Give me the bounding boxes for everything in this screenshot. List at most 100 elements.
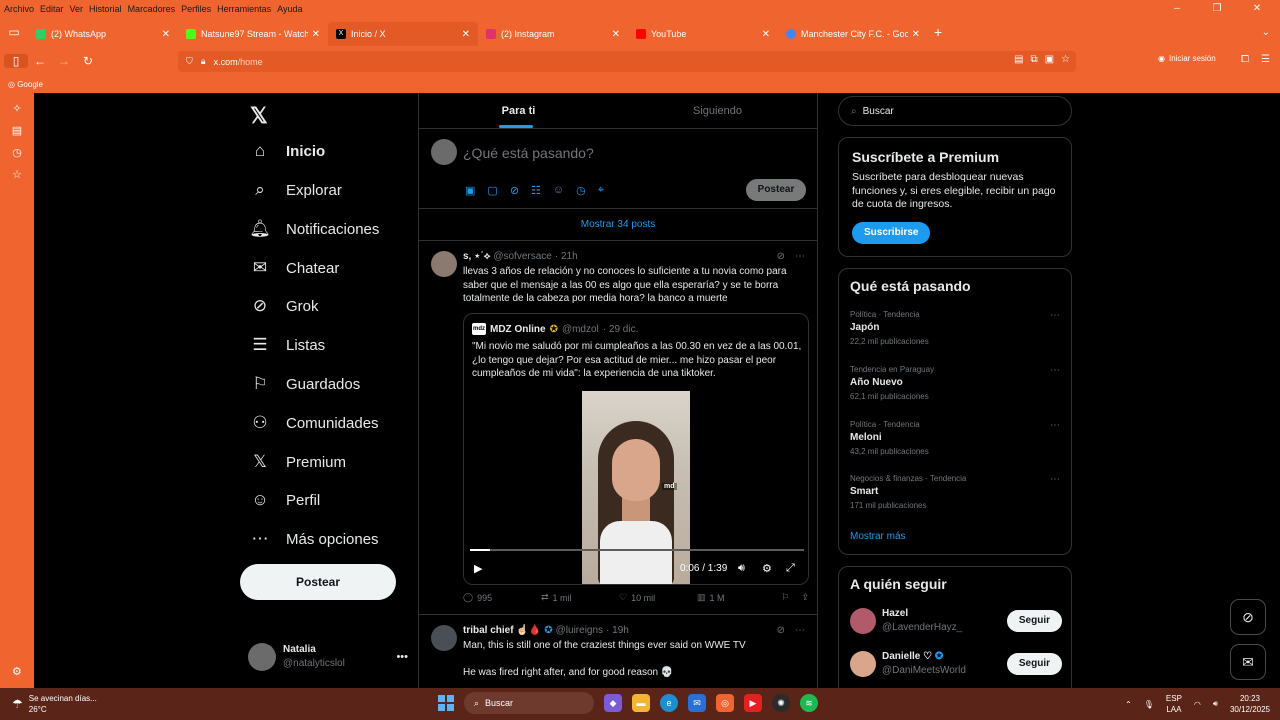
- back-icon[interactable]: ←: [28, 54, 52, 68]
- menu-ayuda[interactable]: Ayuda: [277, 4, 302, 14]
- nav-explore[interactable]: ⌕ Explorar: [248, 175, 342, 205]
- menu-ver[interactable]: Ver: [70, 4, 84, 14]
- reader-icon[interactable]: ▤: [1014, 54, 1023, 65]
- grok-icon[interactable]: ⊘: [777, 251, 785, 262]
- more-icon[interactable]: ⋯: [1050, 474, 1060, 485]
- new-tab-icon[interactable]: +: [934, 24, 942, 40]
- composer-input[interactable]: ¿Qué está pasando?: [463, 145, 594, 161]
- video-player[interactable]: md ▶ 0:06 / 1:39 🔊︎ ⚙ ⤢: [464, 391, 808, 584]
- close-tab-icon[interactable]: ✕: [612, 29, 620, 40]
- trend-item[interactable]: Política · Tendencia Japón 22,2 mil publ…: [850, 310, 1060, 346]
- trend-item[interactable]: Política · Tendencia Meloni 43,2 mil pub…: [850, 420, 1060, 456]
- tweet[interactable]: tribal chief ☝🏻🩸 ✪ @luireigns · 19h ⊘ ⋯ …: [419, 615, 817, 688]
- edge-icon[interactable]: e: [660, 694, 678, 712]
- close-tab-icon[interactable]: ✕: [462, 29, 470, 40]
- minimize-icon[interactable]: –: [1160, 0, 1194, 18]
- speaker-icon[interactable]: 🔊︎: [1213, 699, 1218, 709]
- gear-icon[interactable]: ⚙: [12, 665, 22, 678]
- follow-button[interactable]: Seguir: [1006, 653, 1062, 675]
- more-icon[interactable]: ⋯: [1050, 365, 1060, 376]
- wallet-icon[interactable]: ▣: [1045, 54, 1054, 65]
- search-input[interactable]: ⌕ Buscar: [838, 96, 1072, 126]
- opera-icon[interactable]: ◎: [716, 694, 734, 712]
- shield-icon[interactable]: ⛉: [186, 56, 193, 67]
- pip-icon[interactable]: ⧉: [1030, 54, 1037, 65]
- spotify-icon[interactable]: ≋: [800, 694, 818, 712]
- close-window-icon[interactable]: ✕: [1240, 0, 1274, 18]
- close-tab-icon[interactable]: ✕: [912, 29, 920, 40]
- wifi-icon[interactable]: ◠: [1194, 700, 1201, 709]
- x-logo-icon[interactable]: 𝕏: [250, 103, 268, 129]
- tab-instagram[interactable]: (2) Instagram ✕: [478, 22, 628, 46]
- play-icon[interactable]: ▶: [474, 562, 482, 575]
- show-more-trends[interactable]: Mostrar más: [850, 531, 906, 542]
- nav-communities[interactable]: ⚇ Comunidades: [248, 408, 378, 438]
- show-new-posts[interactable]: Mostrar 34 posts: [419, 209, 817, 241]
- schedule-icon[interactable]: ◷: [576, 184, 586, 197]
- post-button[interactable]: Postear: [240, 564, 396, 600]
- mail-app-icon[interactable]: ✉: [688, 694, 706, 712]
- bookmark-google[interactable]: ◎ Google: [8, 80, 43, 89]
- subscribe-button[interactable]: Suscribirse: [852, 221, 931, 244]
- follow-button[interactable]: Seguir: [1006, 610, 1062, 632]
- menu-archivo[interactable]: Archivo: [4, 4, 34, 14]
- nav-more[interactable]: ⋯ Más opciones: [248, 524, 379, 554]
- reload-icon[interactable]: ↻: [76, 54, 100, 68]
- restore-icon[interactable]: ❐: [1200, 0, 1234, 18]
- avatar[interactable]: [431, 625, 457, 651]
- nav-bookmarks[interactable]: ⚐ Guardados: [248, 369, 360, 399]
- downloads-icon[interactable]: ▤: [0, 124, 34, 137]
- tab-google[interactable]: Manchester City F.C. - Google S ✕: [778, 22, 928, 46]
- nav-premium[interactable]: 𝕏 Premium: [248, 447, 346, 477]
- address-bar[interactable]: ⛉ 🔒︎ x.com/home ▤ ⧉ ▣ ☆: [178, 51, 1076, 72]
- gif-icon[interactable]: ▢: [487, 184, 497, 197]
- aria-icon[interactable]: ✧: [0, 102, 34, 115]
- more-icon[interactable]: ⋯: [1050, 310, 1060, 321]
- menu-historial[interactable]: Historial: [89, 4, 122, 14]
- nav-home[interactable]: ⌂ Inicio: [248, 136, 325, 166]
- windows-start-icon[interactable]: [438, 695, 454, 711]
- tab-x[interactable]: X Inicio / X ✕: [328, 22, 478, 46]
- language-indicator[interactable]: ESP LAA: [1166, 693, 1182, 715]
- avatar[interactable]: [431, 251, 457, 277]
- nav-lists[interactable]: ☰ Listas: [248, 330, 325, 360]
- tab-overview-icon[interactable]: ▭: [0, 25, 28, 39]
- emoji-icon[interactable]: ☺: [553, 184, 564, 197]
- trend-item[interactable]: Tendencia en Paraguay Año Nuevo 62,1 mil…: [850, 365, 1060, 401]
- nav-chat[interactable]: ✉ Chatear: [248, 253, 340, 283]
- forward-icon[interactable]: →: [52, 54, 76, 68]
- close-tab-icon[interactable]: ✕: [312, 29, 320, 40]
- grok-icon[interactable]: ⊘: [510, 184, 519, 197]
- reply-button[interactable]: ◯ 995: [463, 592, 541, 603]
- close-tab-icon[interactable]: ✕: [762, 29, 770, 40]
- views-button[interactable]: ▥ 1 M: [697, 592, 775, 603]
- nav-notifications[interactable]: 🔔︎ Notificaciones: [248, 214, 379, 244]
- copilot-icon[interactable]: ◆: [604, 694, 622, 712]
- chevron-up-icon[interactable]: ⌃: [1125, 700, 1132, 709]
- menu-herramientas[interactable]: Herramientas: [217, 4, 271, 14]
- more-icon[interactable]: •••: [396, 651, 408, 663]
- location-icon[interactable]: ⌖: [598, 184, 604, 197]
- share-icon[interactable]: ⇪: [801, 592, 809, 603]
- like-button[interactable]: ♡ 10 mil: [619, 592, 697, 603]
- video-progress[interactable]: [470, 549, 804, 551]
- menu-icon[interactable]: ☰: [1261, 54, 1270, 65]
- chatgpt-icon[interactable]: ✺: [772, 694, 790, 712]
- star-icon[interactable]: ☆: [1061, 54, 1070, 65]
- close-tab-icon[interactable]: ✕: [162, 29, 170, 40]
- menu-editar[interactable]: Editar: [40, 4, 64, 14]
- repost-button[interactable]: ⇄ 1 mil: [541, 592, 619, 603]
- fullscreen-icon[interactable]: ⤢: [786, 562, 795, 575]
- follow-suggestion[interactable]: Danielle ♡ ✪ @DaniMeetsWorld Seguir: [850, 650, 1062, 678]
- tweet[interactable]: s, ⋆˙⟡ @sofversace · 21h ⊘ ⋯ llevas 3 añ…: [419, 241, 817, 615]
- weather-widget[interactable]: ☂ Se avecinan días... 26°C: [12, 693, 97, 715]
- clock[interactable]: 20:23 30/12/2025: [1230, 693, 1270, 715]
- favorites-icon[interactable]: ☆: [0, 168, 34, 181]
- volume-icon[interactable]: 🔊︎: [738, 562, 745, 575]
- bookmark-icon[interactable]: ⚐: [781, 592, 789, 603]
- lock-icon[interactable]: 🔒︎: [201, 56, 206, 67]
- messages-fab[interactable]: ✉: [1230, 644, 1266, 680]
- account-switcher[interactable]: Natalia @natalyticslol •••: [248, 643, 408, 671]
- quoted-tweet[interactable]: mdz MDZ Online ✪ @mdzol · 29 dic. "Mi no…: [463, 313, 809, 585]
- trend-item[interactable]: Negocios & finanzas · Tendencia Smart 17…: [850, 474, 1060, 510]
